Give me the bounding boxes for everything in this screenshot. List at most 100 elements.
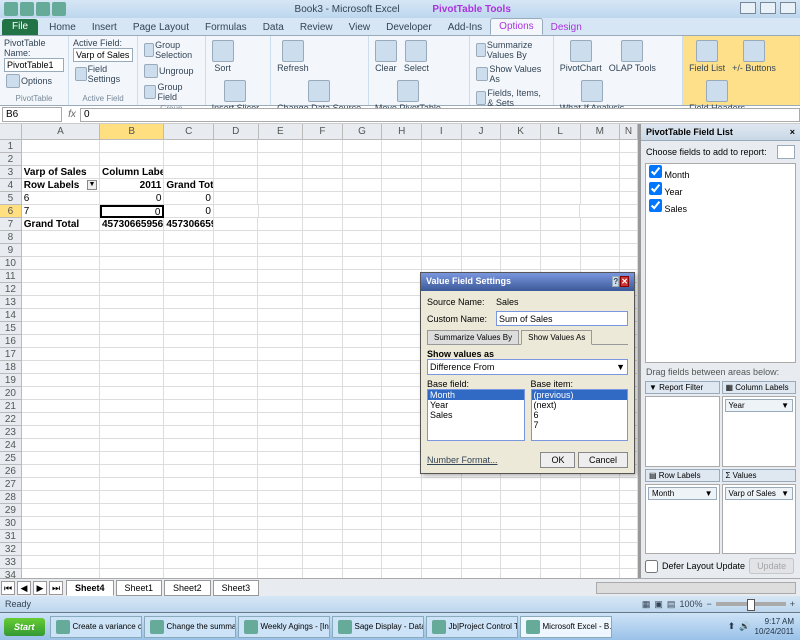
view-page-icon[interactable]: ▣ — [654, 599, 663, 610]
cell-G17[interactable] — [343, 348, 383, 361]
cell-F33[interactable] — [303, 556, 343, 569]
cell-A18[interactable] — [22, 361, 100, 374]
cell-H7[interactable] — [382, 218, 422, 231]
cell-J28[interactable] — [462, 491, 502, 504]
name-box[interactable]: B6 — [2, 107, 62, 122]
cell-I6[interactable] — [422, 205, 462, 218]
cell-E2[interactable] — [258, 153, 303, 166]
cell-A34[interactable] — [22, 569, 100, 578]
cell-J27[interactable] — [462, 478, 502, 491]
cell-K2[interactable] — [501, 153, 541, 166]
cell-H33[interactable] — [382, 556, 422, 569]
cell-J31[interactable] — [462, 530, 502, 543]
pivotchart-button[interactable]: PivotChart — [558, 38, 604, 75]
cell-C15[interactable] — [164, 322, 214, 335]
field-month-checkbox[interactable] — [649, 165, 662, 178]
cell-A4[interactable]: Row Labels▼ — [22, 179, 100, 192]
cell-G28[interactable] — [343, 491, 383, 504]
cell-B27[interactable] — [100, 478, 164, 491]
cell-D8[interactable] — [214, 231, 259, 244]
row-header-26[interactable]: 26 — [0, 465, 22, 478]
cell-C18[interactable] — [164, 361, 214, 374]
close-icon[interactable]: × — [790, 127, 795, 137]
update-button[interactable]: Update — [749, 558, 794, 574]
cell-G4[interactable] — [343, 179, 383, 192]
cell-F18[interactable] — [303, 361, 343, 374]
base-field-month[interactable]: Month — [428, 390, 524, 400]
cell-H20[interactable] — [382, 387, 422, 400]
cell-E27[interactable] — [258, 478, 303, 491]
row-header-7[interactable]: 7 — [0, 218, 22, 231]
chevron-down-icon[interactable]: ▼ — [781, 401, 789, 410]
cell-G21[interactable] — [343, 400, 383, 413]
cell-I27[interactable] — [422, 478, 462, 491]
cell-G10[interactable] — [343, 257, 383, 270]
row-header-13[interactable]: 13 — [0, 296, 22, 309]
cell-A26[interactable] — [22, 465, 100, 478]
cell-C23[interactable] — [164, 426, 214, 439]
cell-B21[interactable] — [100, 400, 164, 413]
col-header-A[interactable]: A — [22, 124, 100, 139]
cell-L6[interactable] — [541, 205, 581, 218]
cell-A9[interactable] — [22, 244, 100, 257]
tab-insert[interactable]: Insert — [84, 20, 125, 35]
cell-N31[interactable] — [620, 530, 638, 543]
cell-A19[interactable] — [22, 374, 100, 387]
row-header-24[interactable]: 24 — [0, 439, 22, 452]
cell-G31[interactable] — [343, 530, 383, 543]
base-field-sales[interactable]: Sales — [428, 410, 524, 420]
cell-D14[interactable] — [214, 309, 259, 322]
cell-M33[interactable] — [581, 556, 621, 569]
cell-C9[interactable] — [164, 244, 214, 257]
row-header-33[interactable]: 33 — [0, 556, 22, 569]
cell-B6[interactable]: 0 — [100, 205, 164, 218]
cell-D16[interactable] — [214, 335, 259, 348]
select-button[interactable]: Select — [402, 38, 431, 75]
custom-name-input[interactable] — [496, 311, 628, 326]
cell-I32[interactable] — [422, 543, 462, 556]
zoom-in-button[interactable]: + — [790, 599, 795, 609]
cell-A11[interactable] — [22, 270, 100, 283]
cell-C8[interactable] — [164, 231, 214, 244]
cell-B24[interactable] — [100, 439, 164, 452]
cell-H27[interactable] — [382, 478, 422, 491]
cell-J5[interactable] — [462, 192, 502, 205]
cell-N7[interactable] — [620, 218, 638, 231]
cell-C30[interactable] — [164, 517, 214, 530]
cell-H28[interactable] — [382, 491, 422, 504]
cell-L3[interactable] — [541, 166, 581, 179]
row-header-18[interactable]: 18 — [0, 361, 22, 374]
cell-N1[interactable] — [620, 140, 638, 153]
cell-E10[interactable] — [258, 257, 303, 270]
cell-N30[interactable] — [620, 517, 638, 530]
cell-E1[interactable] — [258, 140, 303, 153]
cell-B30[interactable] — [100, 517, 164, 530]
cell-M1[interactable] — [581, 140, 621, 153]
cell-J33[interactable] — [462, 556, 502, 569]
cell-A7[interactable]: Grand Total — [22, 218, 100, 231]
cell-J32[interactable] — [462, 543, 502, 556]
cell-L33[interactable] — [541, 556, 581, 569]
cell-E25[interactable] — [258, 452, 303, 465]
col-header-C[interactable]: C — [164, 124, 214, 139]
cell-B5[interactable]: 0 — [100, 192, 164, 205]
cell-N8[interactable] — [620, 231, 638, 244]
cell-H23[interactable] — [382, 426, 422, 439]
fields-items-sets-button[interactable]: Fields, Items, & Sets — [474, 86, 549, 110]
cell-F6[interactable] — [303, 205, 343, 218]
cell-C6[interactable]: 0 — [164, 205, 214, 218]
row-header-34[interactable]: 34 — [0, 569, 22, 578]
cell-B7[interactable]: 45730665956 — [100, 218, 164, 231]
col-header-M[interactable]: M — [581, 124, 621, 139]
cell-E8[interactable] — [258, 231, 303, 244]
tab-summarize-values[interactable]: Summarize Values By — [427, 330, 519, 344]
cell-K3[interactable] — [501, 166, 541, 179]
cell-G14[interactable] — [343, 309, 383, 322]
cell-K31[interactable] — [501, 530, 541, 543]
cell-N6[interactable] — [620, 205, 638, 218]
base-item-7[interactable]: 7 — [532, 420, 628, 430]
cell-E5[interactable] — [258, 192, 303, 205]
cell-M8[interactable] — [581, 231, 621, 244]
cell-B3[interactable]: Column Labels▼ — [100, 166, 164, 179]
cell-E28[interactable] — [258, 491, 303, 504]
